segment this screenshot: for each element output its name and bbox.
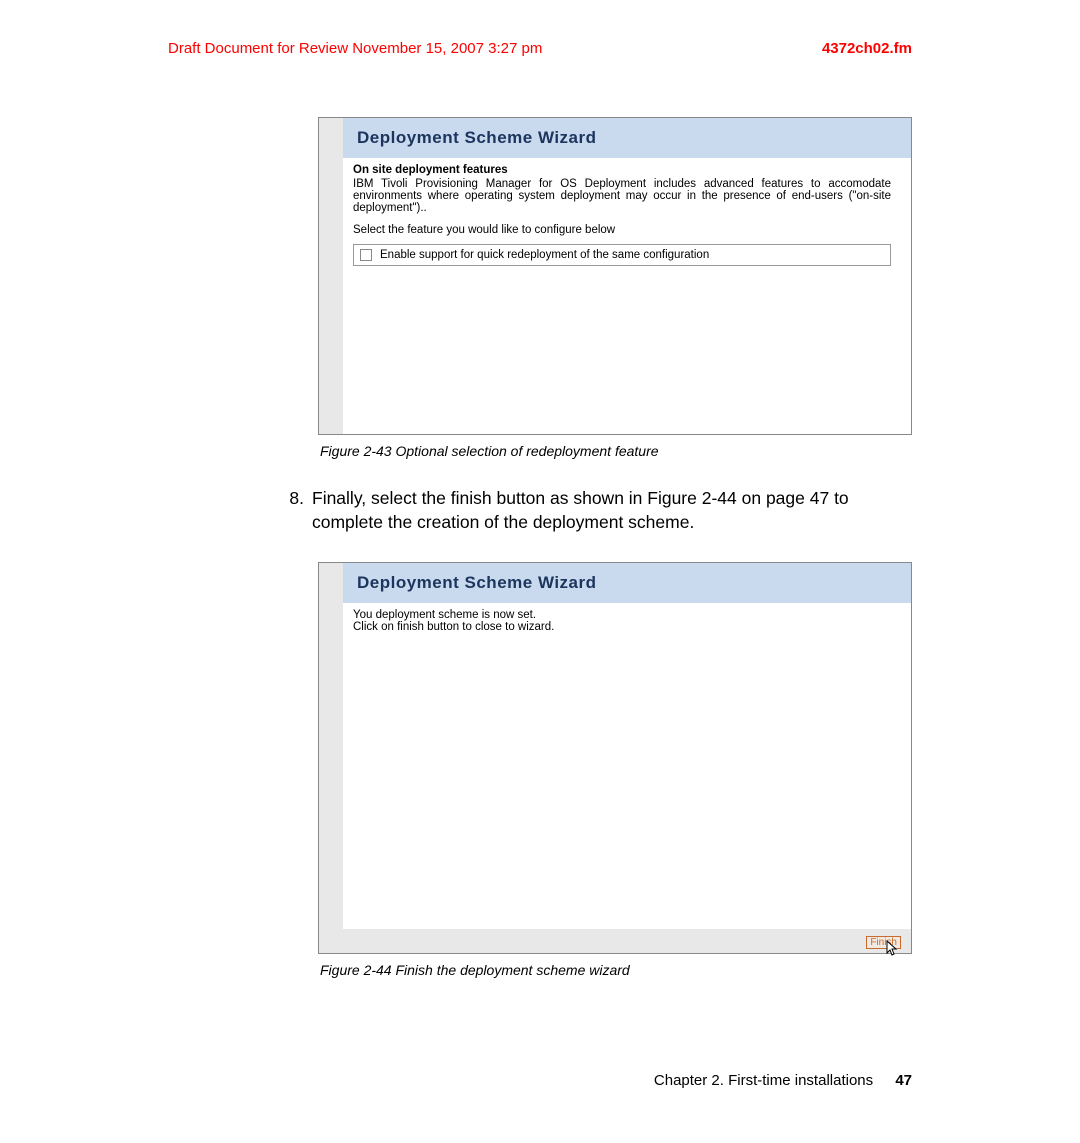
onsite-paragraph-1: IBM Tivoli Provisioning Manager for OS D… <box>353 178 891 214</box>
chapter-label: Chapter 2. First-time installations <box>654 1072 873 1089</box>
figure-2-43-caption: Figure 2-43 Optional selection of redepl… <box>320 443 912 459</box>
figure-2-44-caption: Figure 2-44 Finish the deployment scheme… <box>320 962 912 978</box>
wizard-content: You deployment scheme is now set. Click … <box>343 603 911 929</box>
checkbox-icon[interactable] <box>360 249 372 261</box>
figure-2-44: Deployment Scheme Wizard You deployment … <box>318 562 912 978</box>
wizard-sidebar <box>319 118 343 434</box>
page-number: 47 <box>895 1072 912 1089</box>
page-footer: Chapter 2. First-time installations 47 <box>654 1072 912 1089</box>
page-header: Draft Document for Review November 15, 2… <box>0 40 1080 57</box>
wizard-footer: Finish <box>319 929 911 953</box>
onsite-paragraph-2: Select the feature you would like to con… <box>353 224 891 236</box>
deployment-wizard-dialog-2: Deployment Scheme Wizard You deployment … <box>318 562 912 954</box>
wizard-content: On site deployment features IBM Tivoli P… <box>343 158 911 434</box>
onsite-subheading: On site deployment features <box>353 164 891 176</box>
filename-label: 4372ch02.fm <box>822 40 912 57</box>
finish-button[interactable]: Finish <box>866 936 901 949</box>
step-body: Finally, select the finish button as sho… <box>312 487 912 534</box>
redeploy-checkbox-row[interactable]: Enable support for quick redeployment of… <box>353 244 891 266</box>
wizard-title: Deployment Scheme Wizard <box>343 563 911 603</box>
step-8: 8. Finally, select the finish button as … <box>268 487 912 534</box>
wizard-sidebar <box>319 563 343 929</box>
deployment-wizard-dialog-1: Deployment Scheme Wizard On site deploym… <box>318 117 912 435</box>
done-line-1: You deployment scheme is now set. <box>353 609 891 621</box>
wizard-title: Deployment Scheme Wizard <box>343 118 911 158</box>
figure-2-43: Deployment Scheme Wizard On site deploym… <box>318 117 912 459</box>
step-number: 8. <box>268 487 312 534</box>
redeploy-checkbox-label: Enable support for quick redeployment of… <box>380 249 709 261</box>
document-page: Draft Document for Review November 15, 2… <box>0 0 1080 1143</box>
draft-notice: Draft Document for Review November 15, 2… <box>168 40 542 57</box>
done-line-2: Click on finish button to close to wizar… <box>353 621 891 633</box>
